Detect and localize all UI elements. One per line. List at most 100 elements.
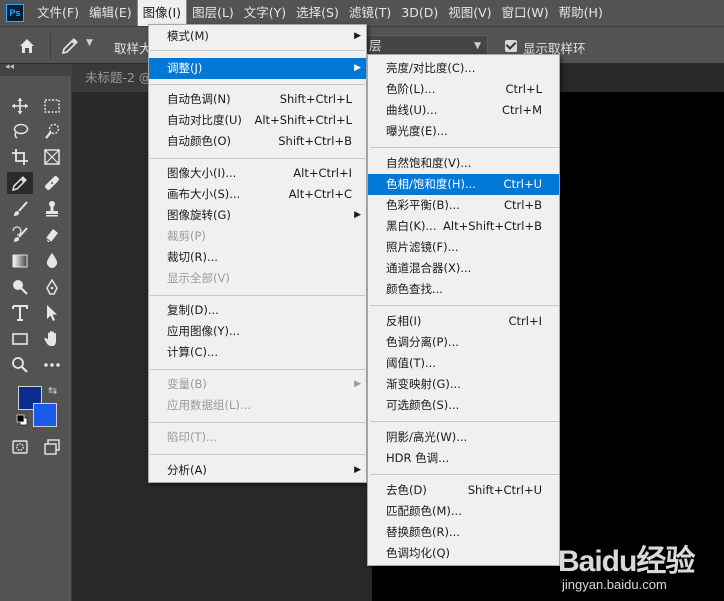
collapse-icon[interactable]: ◂◂ [5,62,14,72]
menu-layer[interactable]: 图层(L) [187,0,239,26]
image-menu-item[interactable]: 自动色调(N) Shift+Ctrl+L [149,89,366,110]
image-menu-item: 裁剪(P) [167,229,206,243]
blur-tool-icon[interactable] [39,250,65,272]
swap-colors-icon[interactable]: ⇆ [48,384,57,397]
adjust-menu-item[interactable]: 曝光度(E)... [368,121,559,142]
adjust-menu-item[interactable]: 通道混合器(X)... [368,258,559,279]
history-brush-tool-icon[interactable] [7,224,33,246]
image-menu-item[interactable]: 分析(A) ▶ [149,460,366,481]
document-tab[interactable]: 未标题-2 @ [72,64,152,92]
menu-separator [150,158,365,159]
adjust-menu-item[interactable]: 可选颜色(S)... [368,395,559,416]
adjust-menu-item[interactable]: 色调均化(Q) [368,543,559,564]
image-menu-item[interactable]: 画布大小(S)... Alt+Ctrl+C [149,184,366,205]
adjust-menu-item[interactable]: 色阶(L)... Ctrl+L [368,79,559,100]
adjust-menu-item[interactable]: 照片滤镜(F)... [368,237,559,258]
menu-separator [150,50,365,51]
menu-filter[interactable]: 滤镜(T) [344,0,396,26]
adjust-menu-item[interactable]: 阴影/高光(W)... [368,427,559,448]
gradient-tool-icon[interactable] [7,250,33,272]
adjust-menu-item[interactable]: 匹配颜色(M)... [368,501,559,522]
sample-size-label: 取样大 [114,41,152,56]
image-menu-item[interactable]: 图像大小(I)... Alt+Ctrl+I [149,163,366,184]
rectangle-tool-icon[interactable] [7,328,33,350]
crop-tool-icon[interactable] [7,146,33,168]
image-menu-item[interactable]: 自动颜色(O) Shift+Ctrl+B [149,131,366,152]
healing-brush-tool-icon[interactable] [39,172,65,194]
chevron-down-icon: ▼ [474,41,481,51]
frame-tool-icon[interactable] [39,146,65,168]
brush-tool-icon[interactable] [7,198,33,220]
menu-separator [370,421,559,422]
menu-select[interactable]: 选择(S) [291,0,344,26]
menu-separator [150,295,365,296]
menu-type[interactable]: 文字(Y) [239,0,291,26]
image-menu-item[interactable]: 自动对比度(U) Alt+Shift+Ctrl+L [149,110,366,131]
type-tool-icon[interactable] [7,302,33,324]
eyedropper-preset-icon[interactable] [60,36,84,56]
adjust-menu-item[interactable]: 替换颜色(R)... [368,522,559,543]
adjust-menu-item[interactable]: HDR 色调... [368,448,559,469]
hand-tool-icon[interactable] [39,328,65,350]
tools-panel: ◂◂ ⇆ [0,62,72,601]
image-menu-item[interactable]: 裁切(R)... [149,247,366,268]
marquee-tool-icon[interactable] [39,95,65,117]
pen-tool-icon[interactable] [39,276,65,298]
home-icon[interactable] [16,35,38,57]
adjust-menu-item[interactable]: 黑白(K)... Alt+Shift+Ctrl+B [368,216,559,237]
image-menu-item[interactable]: 模式(M) ▶ [149,26,366,47]
image-menu-item: 变量(B) ▶ [149,374,366,395]
image-menu-item: 陷印(T)... [167,430,217,444]
menu-separator [370,474,559,475]
quick-selection-tool-icon[interactable] [39,120,65,142]
adjust-menu-item[interactable]: 色调分离(P)... [368,332,559,353]
adjust-menu-item[interactable]: 颜色查找... [368,279,559,300]
chevron-right-icon: ▶ [354,63,361,73]
chevron-right-icon: ▶ [354,465,361,475]
adjust-menu-item[interactable]: 去色(D) Shift+Ctrl+U [368,480,559,501]
show-ring-checkbox[interactable] [505,40,517,52]
clone-stamp-tool-icon[interactable] [39,198,65,220]
adjust-menu-item[interactable]: 渐变映射(G)... [368,374,559,395]
adjust-menu-item[interactable]: 阈值(T)... [368,353,559,374]
menu-separator [150,422,365,423]
adjust-menu-item[interactable]: 反相(I) Ctrl+I [368,311,559,332]
image-menu-item[interactable]: 计算(C)... [149,342,366,363]
adjust-menu-item[interactable]: 色彩平衡(B)... Ctrl+B [368,195,559,216]
eyedropper-tool-icon[interactable] [7,172,33,194]
image-menu-dropdown: 模式(M) ▶ 调整(J) ▶ 自动色调(N) Shift+Ctrl+L 自动对比度(… [148,24,367,483]
background-color-swatch[interactable] [33,403,57,427]
adjust-menu-item-hue-saturation[interactable]: 色相/饱和度(H)... Ctrl+U [368,174,559,195]
menu-image[interactable]: 图像(I) [136,0,188,26]
move-tool-icon[interactable] [7,95,33,117]
zoom-tool-icon[interactable] [7,354,33,376]
eraser-tool-icon[interactable] [39,224,65,246]
chevron-down-icon[interactable]: ▼ [86,38,93,48]
menu-3d[interactable]: 3D(D) [396,0,443,26]
lasso-tool-icon[interactable] [7,120,33,142]
menu-separator [150,369,365,370]
menu-bar: Ps 文件(F) 编辑(E) 图像(I) 图层(L) 文字(Y) 选择(S) 滤… [0,0,724,26]
image-menu-item[interactable]: 调整(J) ▶ [149,58,366,79]
image-menu-item[interactable]: 复制(D)... [149,300,366,321]
image-menu-item[interactable]: 图像旋转(G) ▶ [149,205,366,226]
menu-edit[interactable]: 编辑(E) [84,0,137,26]
menu-help[interactable]: 帮助(H) [554,0,608,26]
adjust-menu-item[interactable]: 亮度/对比度(C)... [368,58,559,79]
screen-mode-icon[interactable] [39,436,65,458]
image-menu-item[interactable]: 应用图像(Y)... [149,321,366,342]
photoshop-logo-icon: Ps [6,4,24,22]
menu-file[interactable]: 文件(F) [32,0,84,26]
adjust-menu-item[interactable]: 曲线(U)... Ctrl+M [368,100,559,121]
watermark-url: jingyan.baidu.com [562,577,667,592]
quick-mask-icon[interactable] [7,436,33,458]
adjust-menu-item[interactable]: 自然饱和度(V)... [368,153,559,174]
default-colors-icon[interactable] [16,414,28,426]
dodge-tool-icon[interactable] [7,276,33,298]
more-tools-icon[interactable] [39,354,65,376]
menu-separator [150,454,365,455]
menu-window[interactable]: 窗口(W) [497,0,554,26]
menu-separator [150,84,365,85]
menu-view[interactable]: 视图(V) [443,0,496,26]
path-selection-tool-icon[interactable] [39,302,65,324]
